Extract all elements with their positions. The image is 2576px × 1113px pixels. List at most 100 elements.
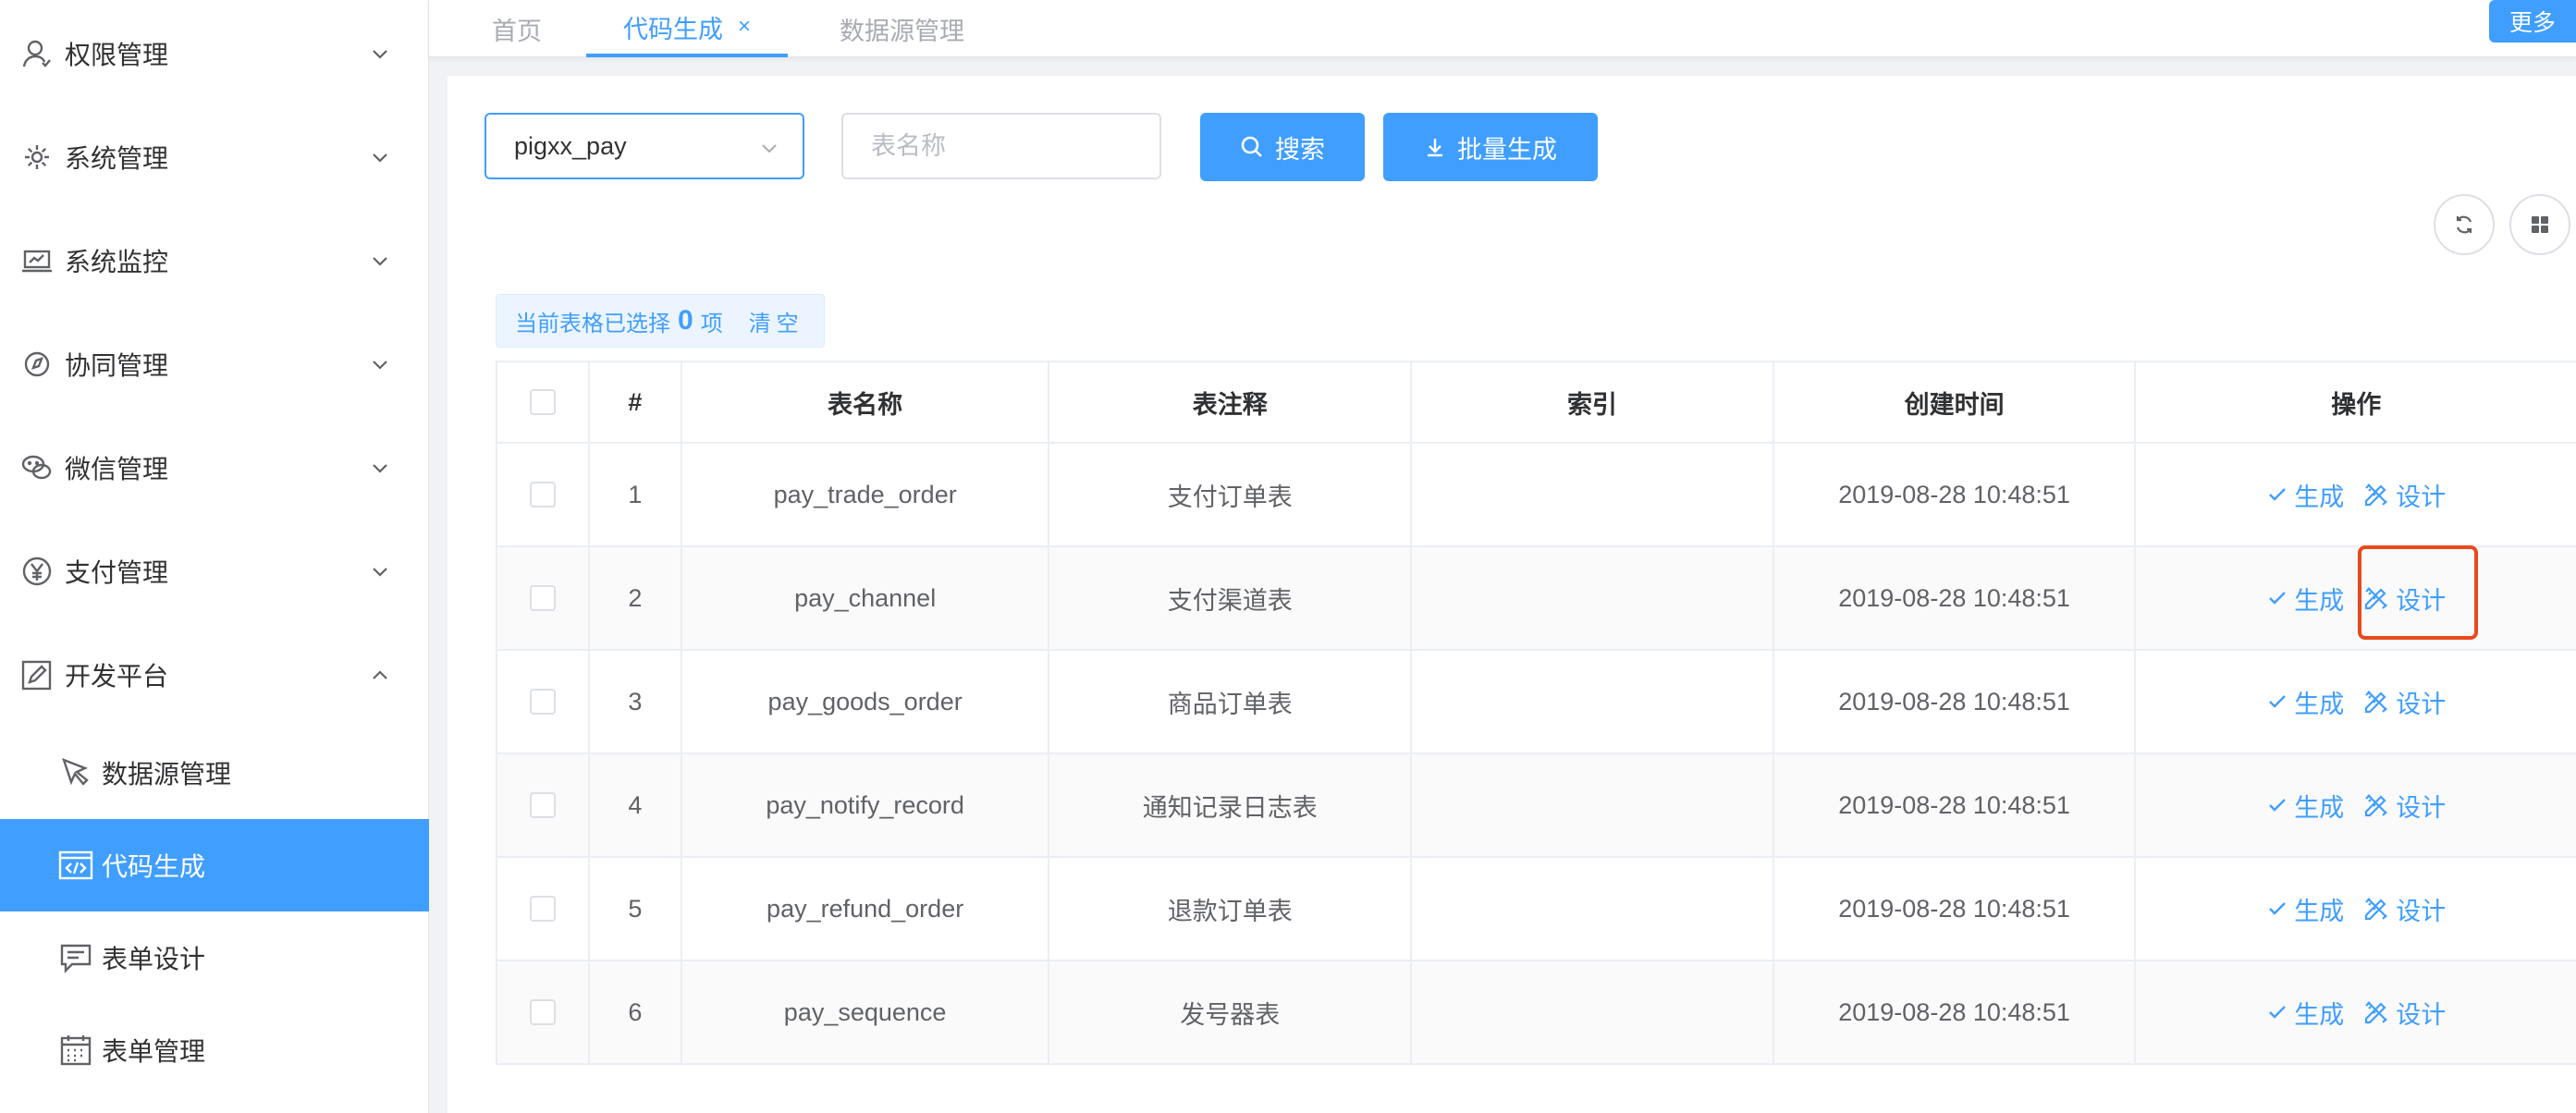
design-tools-icon [2365, 794, 2387, 817]
sidebar-menu-dev-platform[interactable]: 开发平台 [0, 623, 429, 727]
design-label: 设计 [2396, 1000, 2447, 1029]
tab-label: 首页 [492, 17, 542, 45]
selection-suffix: 项 [700, 311, 723, 336]
row-checkbox[interactable] [529, 482, 556, 508]
row-checkbox-cell [497, 651, 590, 752]
check-icon [2269, 592, 2287, 605]
column-header: 表注释 [1049, 362, 1413, 442]
refresh-icon [2456, 215, 2472, 234]
clear-selection-link[interactable]: 清空 [749, 305, 804, 337]
sidebar-item-form-design[interactable]: 表单设计 [0, 911, 429, 1004]
sidebar-menu-monitor[interactable]: 系统监控 [0, 209, 429, 312]
sidebar-menu-permission[interactable]: 权限管理 [0, 2, 429, 105]
row-table-comment: 支付渠道表 [1049, 547, 1413, 649]
pointer-icon [57, 754, 94, 791]
generate-label: 生成 [2294, 897, 2345, 925]
user-icon [20, 37, 54, 70]
column-header: # [590, 362, 682, 442]
monitor-icon [20, 244, 54, 277]
close-icon[interactable]: × [738, 14, 751, 40]
row-checkbox[interactable] [529, 792, 556, 818]
row-checkbox-cell [497, 547, 590, 649]
download-icon [1428, 139, 1442, 157]
generate-button[interactable]: 生成 [2266, 891, 2344, 927]
sidebar-menu-collaboration[interactable]: 协同管理 [0, 312, 429, 416]
tab-label: 代码生成 [623, 15, 723, 43]
row-checkbox[interactable] [529, 689, 556, 715]
generate-button[interactable]: 生成 [2266, 995, 2344, 1031]
sidebar-menu-label: 权限管理 [65, 41, 169, 69]
design-button[interactable]: 设计 [2362, 684, 2446, 720]
design-button[interactable]: 设计 [2362, 788, 2446, 824]
row-table-name: pay_channel [682, 547, 1050, 649]
selection-count: 0 [678, 305, 693, 336]
row-checkbox[interactable] [529, 896, 556, 922]
generate-label: 生成 [2294, 793, 2345, 822]
tab-datasource[interactable]: 数据源管理 [840, 0, 964, 57]
batch-generate-label: 批量生成 [1457, 135, 1557, 164]
sidebar-item-label: 表单管理 [102, 1037, 206, 1066]
grid-icon [2532, 216, 2548, 233]
main-card: pigxx_pay 搜索 批量生成 当前表格已选择 0 项 清空 # [448, 76, 2576, 1113]
row-engine [1412, 961, 1774, 1063]
sidebar-item-label: 代码生成 [102, 852, 206, 881]
table-row: 4 pay_notify_record 通知记录日志表 2019-08-28 1… [497, 754, 2576, 858]
datasource-select[interactable]: pigxx_pay [485, 113, 804, 179]
sidebar: 权限管理 系统管理 系统监控 协同管理 微信管理 支付管理 开发平台 数据源管理… [0, 0, 429, 1113]
form-icon [57, 939, 94, 976]
tab-home[interactable]: 首页 [492, 0, 542, 57]
check-icon [2269, 1006, 2287, 1019]
sidebar-menu-wechat[interactable]: 微信管理 [0, 416, 429, 520]
batch-generate-button[interactable]: 批量生成 [1383, 113, 1598, 181]
row-index: 5 [590, 858, 682, 960]
table-body: 1 pay_trade_order 支付订单表 2019-08-28 10:48… [497, 444, 2576, 1065]
row-table-name: pay_trade_order [682, 444, 1050, 545]
chevron-down-icon [762, 144, 777, 153]
table-name-input[interactable] [841, 113, 1161, 179]
row-actions: 生成 设计 [2136, 858, 2576, 960]
generate-button[interactable]: 生成 [2266, 477, 2344, 513]
sidebar-item-codegen[interactable]: 代码生成 [0, 819, 429, 911]
row-index: 1 [590, 444, 682, 545]
tabs-bar: 首页 代码生成 × 数据源管理 更多 [429, 0, 2576, 57]
column-header: 表名称 [682, 362, 1050, 442]
generate-button[interactable]: 生成 [2266, 788, 2344, 824]
generate-label: 生成 [2294, 483, 2345, 511]
column-settings-button[interactable] [2509, 194, 2570, 255]
generate-button[interactable]: 生成 [2266, 581, 2344, 617]
tables-table: # 表名称 表注释 索引 创建时间 操作 1 pay_trade_order 支… [496, 361, 2576, 1065]
row-checkbox[interactable] [529, 999, 556, 1025]
table-row: 1 pay_trade_order 支付订单表 2019-08-28 10:48… [497, 444, 2576, 547]
row-created-time: 2019-08-28 10:48:51 [1774, 444, 2137, 545]
generate-label: 生成 [2294, 586, 2345, 615]
row-table-comment: 通知记录日志表 [1049, 754, 1413, 856]
column-header: 创建时间 [1774, 362, 2137, 442]
select-all-checkbox[interactable] [529, 389, 556, 415]
more-tabs-button[interactable]: 更多 [2489, 0, 2576, 43]
generate-button[interactable]: 生成 [2266, 684, 2344, 720]
search-icon [1241, 136, 1262, 157]
design-label: 设计 [2396, 897, 2447, 925]
design-button[interactable]: 设计 [2362, 891, 2446, 927]
tab-codegen[interactable]: 代码生成 × [586, 0, 789, 57]
sidebar-menu-payment[interactable]: 支付管理 [0, 520, 429, 623]
app-root: 权限管理 系统管理 系统监控 协同管理 微信管理 支付管理 开发平台 数据源管理… [0, 0, 2576, 1113]
row-engine [1412, 651, 1774, 752]
row-table-comment: 退款订单表 [1049, 858, 1413, 960]
sidebar-item-form-manage[interactable]: 表单管理 [0, 1004, 429, 1096]
sidebar-item-datasource[interactable]: 数据源管理 [0, 727, 429, 819]
search-button[interactable]: 搜索 [1200, 113, 1365, 181]
design-button[interactable]: 设计 [2362, 995, 2446, 1031]
sidebar-menu-system[interactable]: 系统管理 [0, 105, 429, 209]
row-index: 4 [590, 754, 682, 856]
row-index: 2 [590, 547, 682, 649]
refresh-button[interactable] [2434, 194, 2495, 255]
design-button[interactable]: 设计 [2362, 477, 2446, 513]
check-icon [2269, 902, 2287, 915]
row-table-comment: 商品订单表 [1049, 651, 1413, 752]
design-tools-icon [2365, 691, 2387, 714]
row-checkbox[interactable] [529, 585, 556, 611]
row-engine [1412, 754, 1774, 856]
row-engine [1412, 858, 1774, 960]
sidebar-menu-label: 系统管理 [65, 144, 169, 173]
